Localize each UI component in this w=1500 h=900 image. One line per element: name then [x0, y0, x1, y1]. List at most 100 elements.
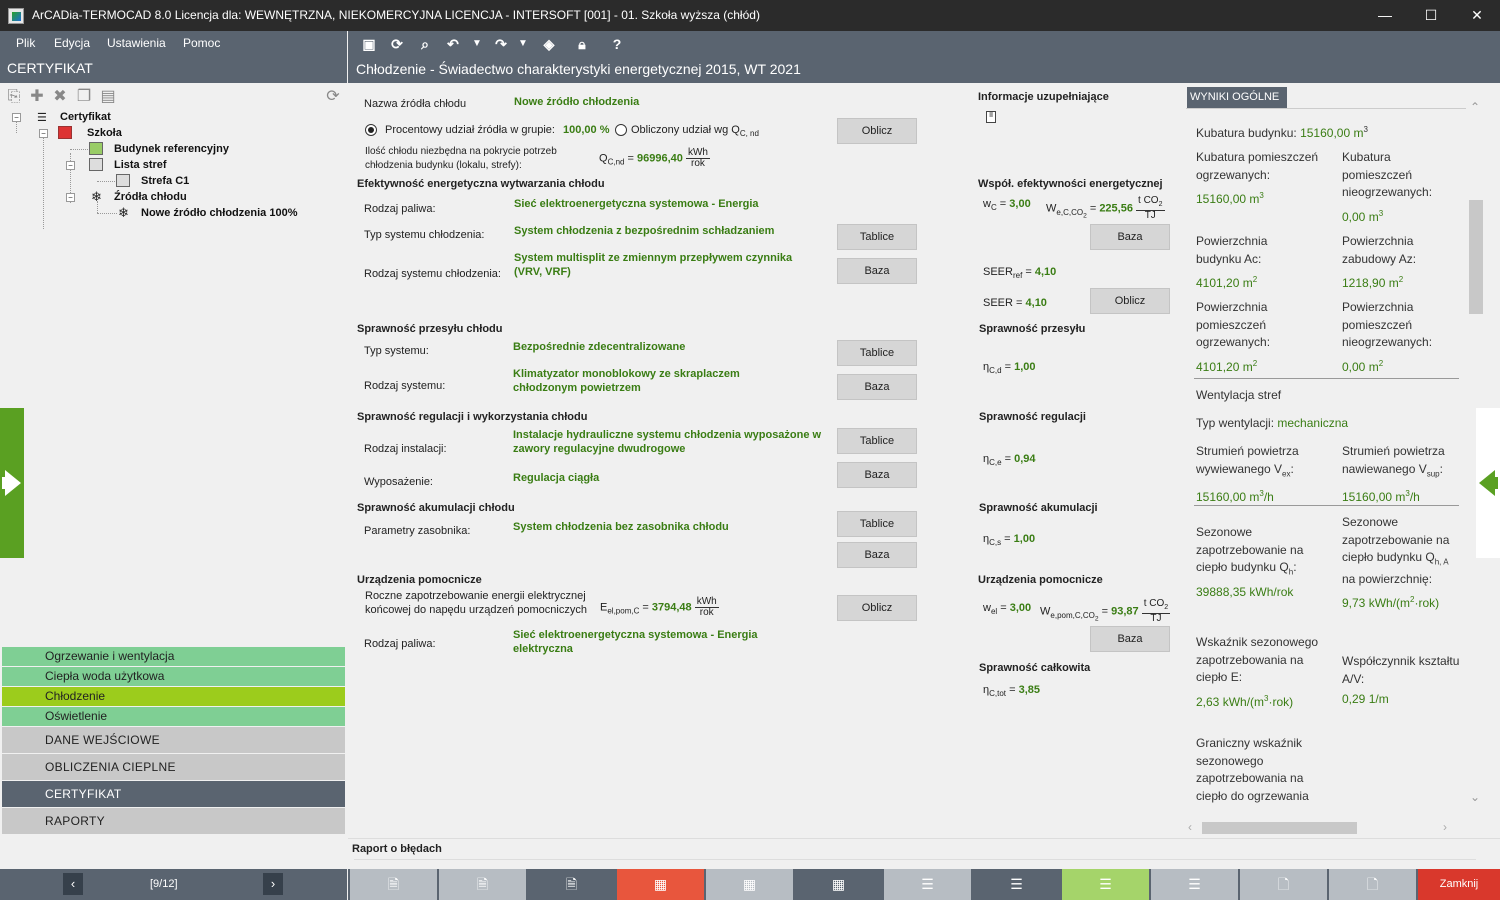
- source-name-value[interactable]: Nowe źródło chłodzenia: [514, 95, 639, 109]
- save-icon[interactable]: ▣: [360, 35, 378, 53]
- scroll-up-icon[interactable]: ⌃: [1470, 100, 1480, 114]
- percentage-value[interactable]: 100,00 %: [563, 123, 609, 137]
- report-page-icon[interactable]: 🗋︎: [1329, 869, 1416, 900]
- close-button[interactable]: Zamknij: [1418, 869, 1500, 900]
- tank-value[interactable]: System chłodzenia bez zasobnika chłodu: [513, 520, 729, 534]
- tables-button-transmission[interactable]: Tablice: [837, 340, 917, 366]
- transmission-kind-value[interactable]: Klimatyzator monoblokowy ze skraplaczem …: [513, 367, 788, 395]
- tables-button-installation[interactable]: Tablice: [837, 428, 917, 454]
- menu-settings[interactable]: Ustawienia: [107, 36, 166, 50]
- redo-dropdown-icon[interactable]: ▼: [514, 35, 532, 53]
- undo-icon[interactable]: ↶: [444, 35, 462, 53]
- delete-icon[interactable]: ✖: [51, 88, 69, 106]
- help-icon[interactable]: ?: [608, 35, 626, 53]
- section-accumulation: Sprawność akumulacji chłodu: [357, 502, 515, 514]
- menu-help[interactable]: Pomoc: [183, 36, 220, 50]
- base-button-equipment[interactable]: Baza: [837, 462, 917, 488]
- nav-certificate[interactable]: CERTYFIKAT: [2, 781, 345, 807]
- hscroll-thumb[interactable]: [1202, 822, 1357, 834]
- lock-icon[interactable]: 🔒︎: [573, 35, 591, 53]
- tree-collapse-zones[interactable]: −: [66, 161, 75, 170]
- tables-button-tank[interactable]: Tablice: [837, 511, 917, 537]
- report-doc-icon[interactable]: 🗎︎: [350, 869, 437, 900]
- tree-toolbar: ⎘ ✚ ✖ ❐ ▤ ⟳: [0, 85, 347, 109]
- fuel-label: Rodzaj paliwa:: [364, 203, 436, 215]
- preview-icon[interactable]: ⌕: [416, 35, 434, 53]
- module-lighting[interactable]: Oświetlenie: [2, 707, 345, 726]
- report-list-icon[interactable]: ☰: [973, 869, 1060, 900]
- aux-fuel-value[interactable]: Sieć elektroenergetyczna systemowa - Ene…: [513, 628, 798, 656]
- module-hot-water[interactable]: Ciepła woda użytkowa: [2, 667, 345, 686]
- maximize-button[interactable]: ☐: [1408, 0, 1454, 31]
- calc-seer-button[interactable]: Oblicz: [1090, 288, 1170, 314]
- tree-new-source[interactable]: Nowe źródło chłodzenia 100%: [141, 207, 297, 219]
- fuel-value[interactable]: Sieć elektroenergetyczna systemowa - Ene…: [514, 197, 759, 211]
- snowflake-icon: ❄: [91, 189, 102, 204]
- installation-value[interactable]: Instalacje hydrauliczne systemu chłodzen…: [513, 428, 823, 456]
- radio-percentage[interactable]: [365, 124, 377, 136]
- paste-icon[interactable]: ▤: [99, 88, 117, 106]
- radio-computed[interactable]: [615, 124, 627, 136]
- expand-left-arrow-icon[interactable]: [0, 408, 24, 558]
- system-type-value[interactable]: System chłodzenia z bezpośrednim schładz…: [514, 224, 774, 238]
- add-document-icon[interactable]: ⎘: [5, 88, 23, 106]
- equipment-value[interactable]: Regulacja ciągła: [513, 471, 599, 485]
- module-cooling[interactable]: Chłodzenie: [2, 687, 345, 706]
- report-list-icon[interactable]: ☰: [1151, 869, 1238, 900]
- nav-thermal-calc[interactable]: OBLICZENIA CIEPLNE: [2, 754, 345, 780]
- add-icon[interactable]: ✚: [28, 88, 46, 106]
- base-button-transmission[interactable]: Baza: [837, 374, 917, 400]
- recalculate-icon[interactable]: ⟳: [388, 35, 406, 53]
- report-list-icon[interactable]: ☰: [1062, 869, 1149, 900]
- tree-sources[interactable]: Źródła chłodu: [114, 191, 187, 203]
- scroll-right-icon[interactable]: ›: [1443, 820, 1447, 834]
- module-heating[interactable]: Ogrzewanie i wentylacja: [2, 647, 345, 666]
- collapse-right-arrow-icon[interactable]: [1476, 408, 1500, 558]
- notes-icon[interactable]: ≡ ≡: [986, 110, 996, 123]
- cubature: Kubatura budynku: 15160,00 m3: [1196, 125, 1368, 140]
- refresh-icon[interactable]: ⟳: [324, 88, 342, 106]
- nav-input-data[interactable]: DANE WEJŚCIOWE: [2, 727, 345, 753]
- nav-reports[interactable]: RAPORTY: [2, 808, 345, 834]
- report-doc-icon[interactable]: 🗎︎: [528, 869, 615, 900]
- copy-icon[interactable]: ❐: [75, 88, 93, 106]
- scroll-down-icon[interactable]: ⌄: [1470, 790, 1480, 804]
- tree-collapse-school[interactable]: −: [39, 129, 48, 138]
- system-type-label: Typ systemu chłodzenia:: [364, 229, 485, 241]
- redo-icon[interactable]: ↷: [492, 35, 510, 53]
- minimize-button[interactable]: —: [1362, 0, 1408, 31]
- tree-zone-c1[interactable]: Strefa C1: [141, 175, 189, 187]
- menu-file[interactable]: Plik: [16, 36, 35, 50]
- report-page-icon[interactable]: 🗋︎: [1240, 869, 1327, 900]
- calc-share-button[interactable]: Oblicz: [837, 118, 917, 144]
- tree-zones[interactable]: Lista stref: [114, 159, 167, 171]
- transmission-type-value[interactable]: Bezpośrednie zdecentralizowane: [513, 340, 685, 354]
- close-window-button[interactable]: ✕: [1454, 0, 1500, 31]
- report-table-icon[interactable]: ▦: [706, 869, 793, 900]
- report-table-icon[interactable]: ▦: [795, 869, 882, 900]
- base-button-system-kind[interactable]: Baza: [837, 258, 917, 284]
- base-button-coefficients[interactable]: Baza: [1090, 224, 1170, 250]
- scroll-left-icon[interactable]: ‹: [1188, 820, 1192, 834]
- report-list-icon[interactable]: ☰: [884, 869, 971, 900]
- undo-dropdown-icon[interactable]: ▼: [468, 35, 486, 53]
- tree-root[interactable]: Certyfikat: [60, 111, 111, 123]
- scrollbar-thumb[interactable]: [1469, 200, 1483, 314]
- tree-school[interactable]: Szkoła: [87, 127, 122, 139]
- next-page-button[interactable]: ›: [263, 873, 283, 895]
- tree-collapse-root[interactable]: −: [12, 113, 21, 122]
- menu-edit[interactable]: Edycja: [54, 36, 90, 50]
- calc-aux-button[interactable]: Oblicz: [837, 595, 917, 621]
- report-doc-icon[interactable]: 🗎︎: [439, 869, 526, 900]
- prev-page-button[interactable]: ‹: [63, 873, 83, 895]
- base-button-auxiliary[interactable]: Baza: [1090, 626, 1170, 652]
- stack-icon[interactable]: ◈: [540, 35, 558, 53]
- tree-ref-building[interactable]: Budynek referencyjny: [114, 143, 229, 155]
- report-table-icon[interactable]: ▦: [617, 869, 704, 900]
- section-auxiliary-result: Urządzenia pomocnicze: [978, 574, 1103, 586]
- tree-collapse-sources[interactable]: −: [66, 193, 75, 202]
- system-kind-value[interactable]: System multisplit ze zmiennym przepływem…: [514, 251, 819, 279]
- tables-button-system-type[interactable]: Tablice: [837, 224, 917, 250]
- base-button-tank[interactable]: Baza: [837, 542, 917, 568]
- results-hscrollbar[interactable]: ‹ ›: [1186, 820, 1466, 836]
